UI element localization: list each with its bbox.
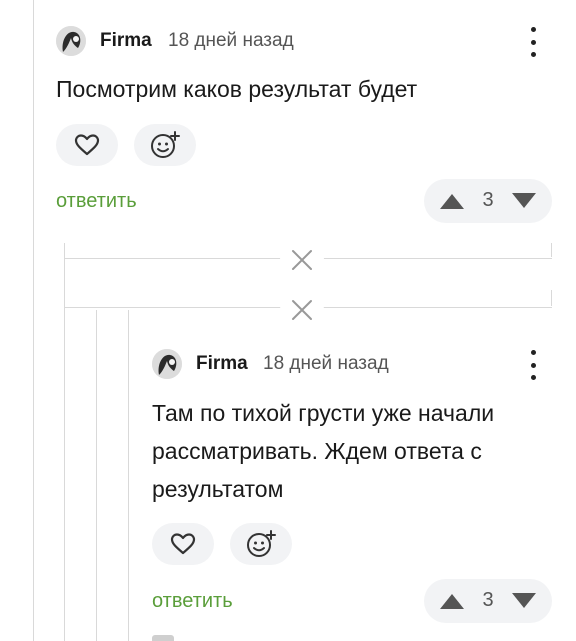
add-reaction-button[interactable] (134, 124, 196, 166)
thread-line (64, 243, 65, 641)
author-name[interactable]: Firma (196, 353, 248, 375)
arrow-down-icon[interactable] (510, 191, 538, 211)
avatar[interactable] (152, 349, 182, 379)
more-vertical-icon (530, 27, 536, 32)
close-icon (292, 250, 312, 270)
thread-line (551, 290, 552, 306)
thread-line (128, 310, 129, 641)
avatar[interactable] (56, 26, 86, 56)
thread-line (96, 310, 97, 641)
thread-line (33, 0, 34, 641)
close-icon (292, 300, 312, 320)
collapse-thread-button[interactable] (280, 288, 324, 332)
comment-time: 18 дней назад (263, 353, 389, 374)
comment-time: 18 дней назад (168, 30, 294, 51)
comment-text: Посмотрим каков результат будет (56, 76, 418, 102)
more-vertical-icon (530, 350, 536, 355)
thread-line (551, 243, 552, 257)
add-reaction-button[interactable] (230, 523, 292, 565)
like-button[interactable] (152, 523, 214, 565)
vote-widget: 3 (424, 579, 552, 623)
heart-icon (170, 533, 196, 555)
heart-icon (74, 134, 100, 156)
like-button[interactable] (56, 124, 118, 166)
add-emoji-icon (247, 530, 276, 557)
add-emoji-icon (151, 131, 180, 158)
more-menu-button[interactable] (523, 350, 543, 380)
vote-score: 3 (482, 189, 494, 211)
next-comment-avatar (152, 635, 174, 641)
arrow-up-icon[interactable] (438, 191, 466, 211)
avatar-image (152, 349, 182, 379)
comment-text: Там по тихой грусти уже начали рассматри… (152, 400, 495, 502)
author-name[interactable]: Firma (100, 30, 152, 52)
arrow-down-icon[interactable] (510, 591, 538, 611)
avatar-image (56, 26, 86, 56)
reply-button[interactable]: ответить (152, 590, 233, 613)
vote-widget: 3 (424, 179, 552, 223)
collapse-thread-button[interactable] (280, 238, 324, 282)
more-menu-button[interactable] (523, 27, 543, 57)
reply-button[interactable]: ответить (56, 190, 137, 213)
vote-score: 3 (482, 589, 494, 611)
arrow-up-icon[interactable] (438, 591, 466, 611)
